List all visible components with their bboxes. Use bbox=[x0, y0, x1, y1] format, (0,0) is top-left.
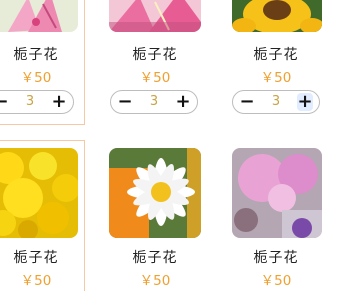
product-image-lily bbox=[0, 0, 78, 32]
product-name: 栀子花 bbox=[13, 250, 59, 266]
increment-button[interactable]: + bbox=[297, 93, 313, 111]
product-price: ￥50 bbox=[20, 273, 52, 289]
product-image-yellow-chrysanthemum bbox=[0, 148, 78, 238]
product-image-pink-chrysanthemum bbox=[232, 148, 322, 238]
product-price: ￥50 bbox=[139, 70, 171, 86]
increment-button[interactable]: + bbox=[48, 91, 70, 113]
product-price: ￥50 bbox=[139, 273, 171, 289]
product-price: ￥50 bbox=[260, 70, 292, 86]
product-price: ￥50 bbox=[20, 70, 52, 86]
product-name: 栀子花 bbox=[132, 250, 178, 266]
product-image-sunflower bbox=[232, 0, 322, 32]
quantity-stepper[interactable]: − 3 + bbox=[232, 90, 320, 114]
increment-button[interactable]: + bbox=[172, 91, 194, 113]
product-price: ￥50 bbox=[260, 273, 292, 289]
product-name: 栀子花 bbox=[253, 47, 299, 63]
product-image-pink-lily bbox=[109, 0, 201, 32]
quantity-stepper[interactable]: − 3 + bbox=[0, 90, 74, 114]
product-name: 栀子花 bbox=[253, 250, 299, 266]
product-image-daisy bbox=[109, 148, 201, 238]
product-name: 栀子花 bbox=[132, 47, 178, 63]
product-name: 栀子花 bbox=[13, 47, 59, 63]
quantity-stepper[interactable]: − 3 + bbox=[110, 90, 198, 114]
